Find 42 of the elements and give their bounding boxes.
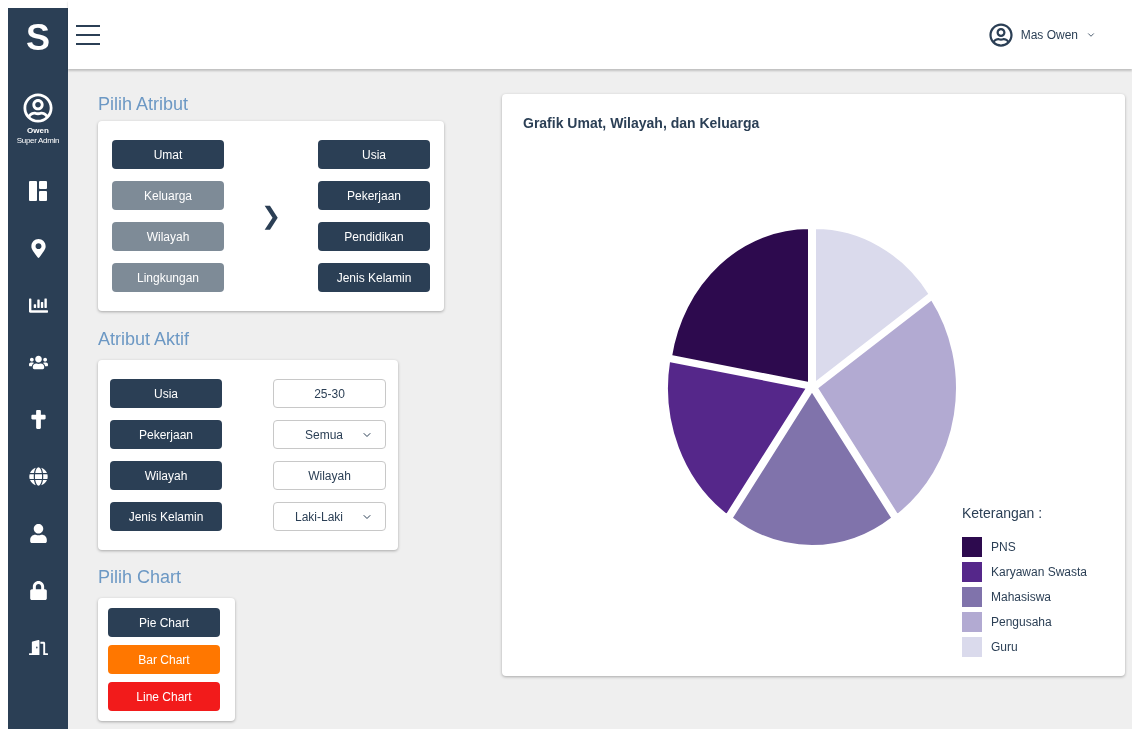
arrow-icon: ❯ [261, 204, 281, 228]
legend-label: Pengusaha [991, 614, 1052, 631]
user-menu[interactable]: Mas Owen [988, 22, 1096, 47]
section-title: Pilih Chart [98, 568, 183, 586]
attribute-button[interactable]: Pekerjaan [110, 420, 222, 449]
group-icon[interactable] [28, 353, 48, 372]
section-title: Atribut Aktif [98, 330, 191, 348]
attribute-button[interactable]: Usia [318, 140, 430, 169]
cross-icon[interactable] [28, 410, 48, 429]
legend-label: PNS [991, 539, 1016, 556]
attribute-button[interactable]: Jenis Kelamin [318, 263, 430, 292]
attribute-button[interactable]: Wilayah [110, 461, 222, 490]
avatar-icon [988, 22, 1013, 47]
attribute-button[interactable]: Usia [110, 379, 222, 408]
attribute-button[interactable]: Pendidikan [318, 222, 430, 251]
map-pin-icon[interactable] [28, 239, 48, 258]
user-icon[interactable] [28, 524, 48, 543]
legend-label: Mahasiswa [991, 589, 1052, 606]
input-field[interactable]: 25-30 [273, 379, 386, 408]
legend-label: Karyawan Swasta [991, 564, 1088, 581]
menu-icon[interactable] [76, 23, 100, 46]
legend-label: Guru [991, 639, 1018, 656]
section-title: Pilih Atribut [98, 95, 190, 113]
legend-title: Keterangan : [962, 504, 1044, 523]
dashboard-icon[interactable] [29, 181, 47, 201]
lock-icon[interactable] [28, 581, 48, 600]
input-field[interactable]: Wilayah [273, 461, 386, 490]
chart-type-button[interactable]: Pie Chart [108, 608, 220, 637]
avatar-icon [23, 93, 53, 123]
globe-icon[interactable] [28, 467, 48, 486]
chart-type-button[interactable]: Line Chart [108, 682, 220, 711]
attribute-button[interactable]: Jenis Kelamin [110, 502, 222, 531]
group-button[interactable]: Umat [112, 140, 224, 169]
dropdown-field[interactable]: Semua [273, 420, 386, 449]
chart-title: Grafik Umat, Wilayah, dan Keluarga [523, 114, 760, 133]
dropdown-field[interactable]: Laki-Laki [273, 502, 386, 531]
bar-chart-icon[interactable] [28, 296, 48, 315]
attribute-button[interactable]: Pekerjaan [318, 181, 430, 210]
user-role: Super Admin [16, 137, 60, 145]
door-icon[interactable] [28, 638, 48, 657]
logo: S [26, 20, 50, 56]
user-name: Owen [27, 127, 49, 135]
